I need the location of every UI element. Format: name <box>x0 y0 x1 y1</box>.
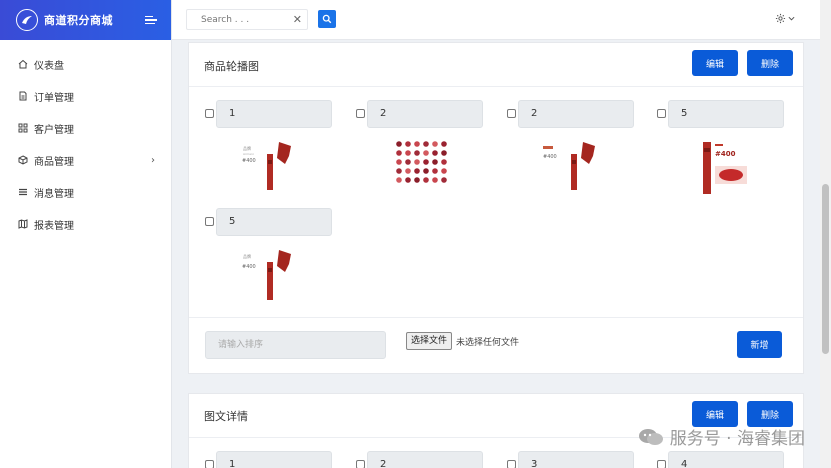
search-input[interactable] <box>187 10 287 29</box>
item-checkbox[interactable] <box>657 460 666 468</box>
home-icon <box>18 59 28 69</box>
lipstick-promo-image: #400 <box>703 142 747 194</box>
settings-dropdown[interactable] <box>775 13 795 24</box>
watermark-text: 服务号 · 海睿集团 <box>669 429 805 449</box>
order-field[interactable]: 1 <box>216 100 332 128</box>
item-checkbox[interactable] <box>356 460 365 468</box>
delete-button[interactable]: 删除 <box>747 50 793 76</box>
clear-icon[interactable]: ✕ <box>293 13 302 26</box>
item-checkbox[interactable] <box>205 109 214 118</box>
list-icon <box>18 187 28 197</box>
sidebar-item-orders[interactable]: 订单管理 <box>0 80 171 112</box>
brand-header: 商道积分商城 <box>0 0 171 40</box>
order-field[interactable]: 2 <box>367 451 483 468</box>
gear-icon <box>775 13 786 24</box>
search-button[interactable] <box>318 10 336 28</box>
lipstick-ad-image: 品牌Armani #400 <box>242 142 291 190</box>
chevron-right-icon: › <box>151 154 155 166</box>
divider <box>189 317 803 318</box>
scrollbar-thumb[interactable] <box>822 184 829 354</box>
order-field[interactable]: 3 <box>518 451 634 468</box>
svg-text:品牌: 品牌 <box>243 253 251 259</box>
add-button[interactable]: 新增 <box>737 331 782 358</box>
search-icon <box>322 14 332 24</box>
sidebar-item-label: 消息管理 <box>34 188 74 200</box>
search-box: ✕ <box>186 9 308 30</box>
sidebar: 商道积分商城 仪表盘 订单管理 客户管理 商品管理 › 消息管理 报表管理 <box>0 0 172 468</box>
file-status: 未选择任何文件 <box>456 338 520 348</box>
svg-text:#400: #400 <box>715 150 736 158</box>
item-checkbox[interactable] <box>507 109 516 118</box>
watermark: 服务号 · 海睿集团 <box>638 424 805 449</box>
carousel-card: 商品轮播图 编辑 删除 1 品牌 Armani #400 2 2 #400 5 #… <box>188 42 804 374</box>
lipstick-ad-image: 品牌 #400 <box>242 250 291 300</box>
sidebar-item-products[interactable]: 商品管理 › <box>0 144 171 176</box>
svg-text:#400: #400 <box>242 158 256 164</box>
sidebar-item-reports[interactable]: 报表管理 <box>0 208 171 240</box>
svg-text:Armani: Armani <box>243 152 254 156</box>
edit-button[interactable]: 编辑 <box>692 50 738 76</box>
item-checkbox[interactable] <box>205 217 214 226</box>
svg-text:#400: #400 <box>242 264 256 270</box>
chevron-down-icon <box>788 16 795 21</box>
card-title: 图文详情 <box>204 410 248 423</box>
color-swatches-image <box>396 141 447 183</box>
item-checkbox[interactable] <box>657 109 666 118</box>
document-icon <box>18 91 28 101</box>
wechat-icon <box>638 428 663 445</box>
item-checkbox[interactable] <box>356 109 365 118</box>
item-checkbox[interactable] <box>507 460 516 468</box>
order-field[interactable]: 2 <box>367 100 483 128</box>
item-checkbox[interactable] <box>205 460 214 468</box>
sort-input[interactable]: 请输入排序 <box>205 331 386 359</box>
sidebar-item-label: 报表管理 <box>34 220 74 232</box>
page-scrollbar[interactable] <box>820 0 831 468</box>
order-field[interactable]: 1 <box>216 451 332 468</box>
sidebar-item-messages[interactable]: 消息管理 <box>0 176 171 208</box>
sidebar-item-customers[interactable]: 客户管理 <box>0 112 171 144</box>
map-icon <box>18 219 28 229</box>
choose-file-button[interactable]: 选择文件 <box>406 332 453 350</box>
sidebar-item-dashboard[interactable]: 仪表盘 <box>0 48 171 80</box>
card-header: 商品轮播图 编辑 删除 <box>189 43 803 87</box>
brand-logo-icon <box>16 9 38 31</box>
order-field[interactable]: 4 <box>668 451 784 468</box>
order-field[interactable]: 5 <box>668 100 784 128</box>
card-title: 商品轮播图 <box>204 60 259 73</box>
lipstick-ad-image: #400 <box>543 142 595 190</box>
sidebar-item-label: 订单管理 <box>34 92 74 104</box>
topbar: ✕ <box>172 0 831 40</box>
order-field[interactable]: 2 <box>518 100 634 128</box>
sidebar-item-label: 商品管理 <box>34 156 74 168</box>
brand-title: 商道积分商城 <box>44 14 113 27</box>
svg-text:品牌: 品牌 <box>243 145 251 151</box>
sidebar-item-label: 仪表盘 <box>34 60 64 72</box>
svg-text:#400: #400 <box>543 154 557 160</box>
sidebar-nav: 仪表盘 订单管理 客户管理 商品管理 › 消息管理 报表管理 <box>0 40 171 240</box>
order-field[interactable]: 5 <box>216 208 332 236</box>
grid-icon <box>18 123 28 133</box>
box-icon <box>18 155 28 165</box>
menu-toggle-icon[interactable] <box>145 15 159 25</box>
sidebar-item-label: 客户管理 <box>34 124 74 136</box>
